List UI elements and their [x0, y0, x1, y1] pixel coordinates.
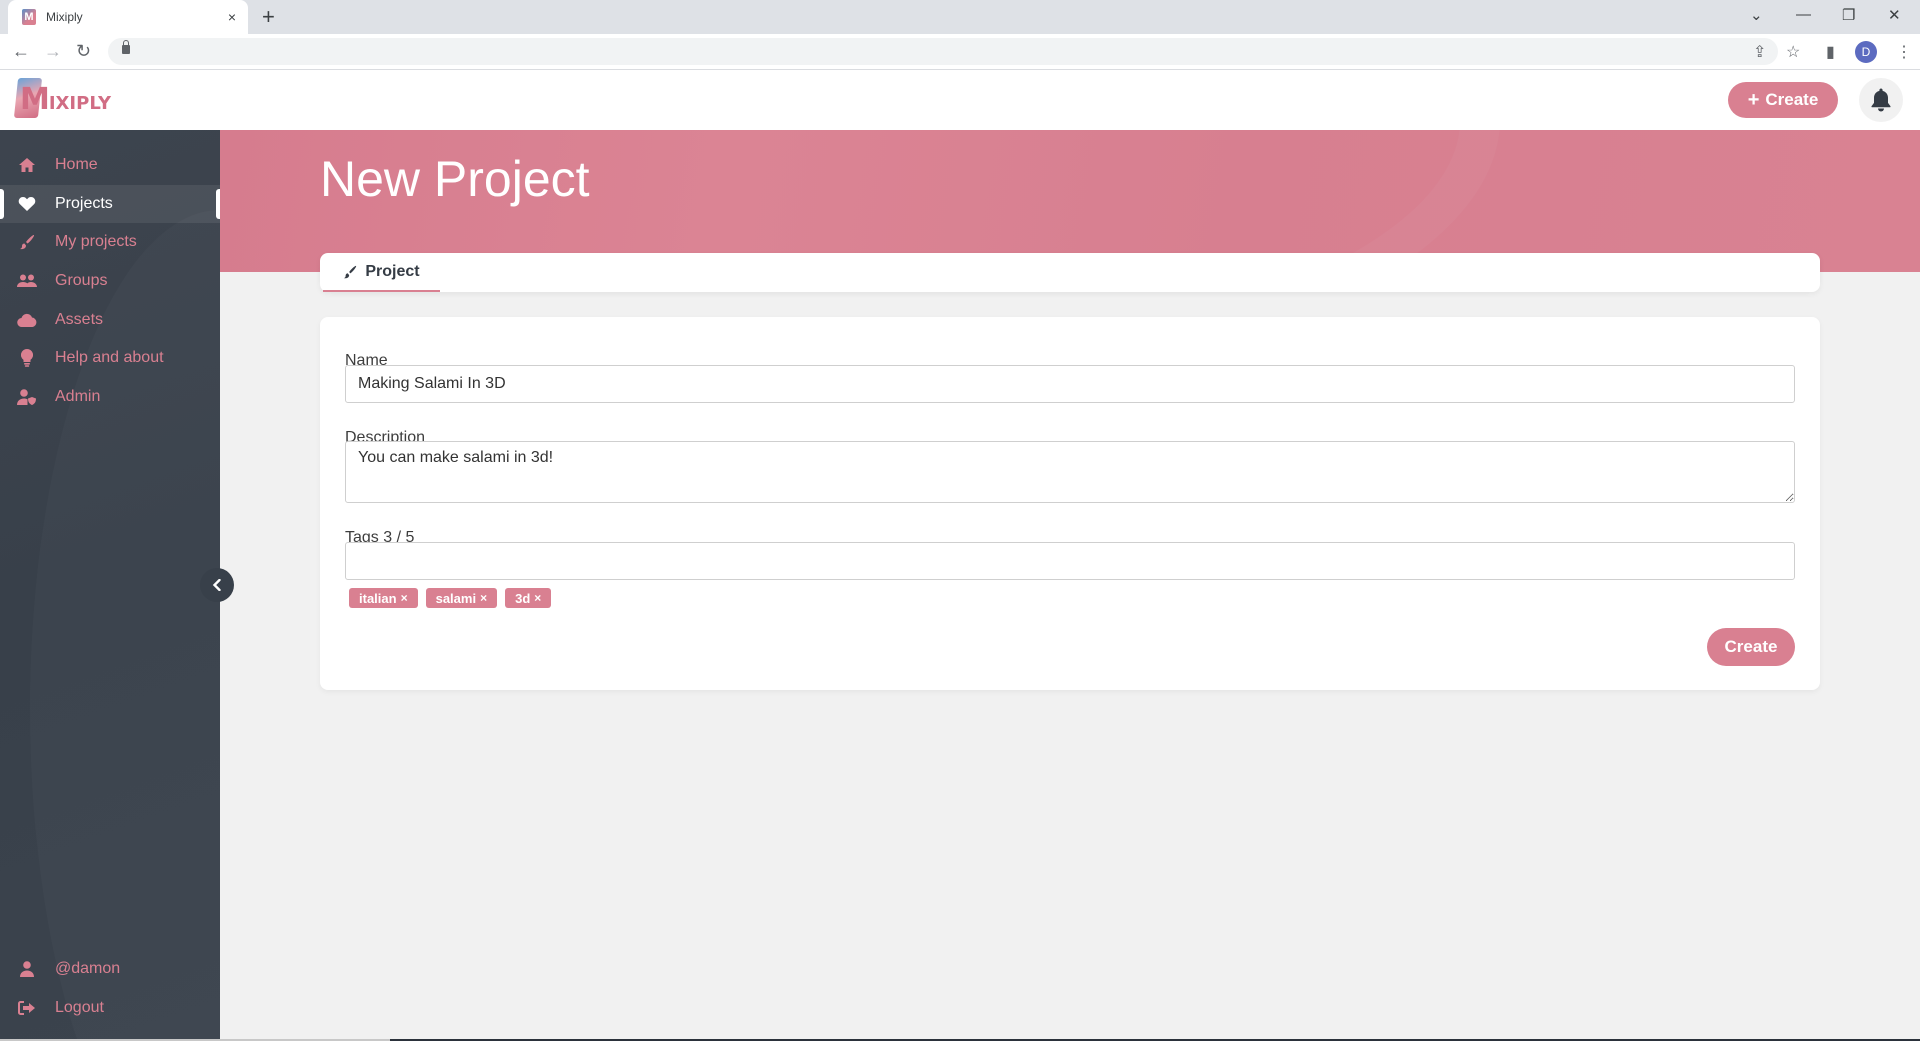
tab-close-icon[interactable]: ×	[228, 9, 236, 25]
tag-label: 3d	[515, 590, 531, 606]
lightbulb-icon	[16, 349, 38, 368]
name-input[interactable]	[345, 365, 1795, 403]
new-tab-button[interactable]: +	[262, 5, 275, 29]
user-icon	[16, 961, 38, 978]
tag-remove-icon[interactable]: ×	[534, 591, 541, 605]
paintbrush-icon	[344, 265, 357, 278]
restore-button[interactable]: ❐	[1842, 6, 1855, 24]
tag-label: italian	[359, 590, 397, 606]
sidebar-item-label: Logout	[55, 998, 104, 1016]
bell-icon	[1871, 88, 1891, 112]
tag-remove-icon[interactable]: ×	[480, 591, 487, 605]
forward-button[interactable]: →	[44, 41, 62, 62]
lock-icon[interactable]	[122, 40, 130, 54]
share-icon[interactable]: ⇪	[1753, 42, 1766, 62]
browser-tab-bar: M Mixiply × + ⌄ — ❐ ✕	[0, 0, 1920, 34]
tag-list: italian × salami × 3d ×	[349, 588, 552, 608]
create-project-button[interactable]: Create	[1707, 628, 1795, 666]
tag-chip: italian ×	[349, 588, 418, 608]
user-shield-icon	[16, 389, 38, 405]
cloud-icon	[16, 313, 38, 327]
tag-chip: salami ×	[425, 588, 498, 608]
minimize-button[interactable]: —	[1796, 6, 1811, 23]
sidebar-item-assets[interactable]: Assets	[0, 300, 220, 339]
browser-menu-icon[interactable]: ⋮	[1896, 42, 1912, 62]
sidebar-item-label: Admin	[55, 387, 101, 405]
sidebar-item-projects[interactable]: Projects	[0, 184, 220, 224]
sidebar-item-logout[interactable]: Logout	[0, 989, 220, 1028]
browser-toolbar: ← → ↻ ⇪ ☆ ▮ D ⋮	[0, 34, 1920, 70]
mixiply-logo[interactable]: MIXIPLY	[13, 76, 112, 122]
project-form: Name Description You can make salami in …	[320, 317, 1820, 690]
tab-search-icon[interactable]: ⌄	[1750, 6, 1763, 24]
chevron-left-icon	[212, 579, 221, 591]
plus-icon: +	[1747, 89, 1760, 111]
sidebar-item-home[interactable]: Home	[0, 146, 220, 185]
logo-wordmark: MIXIPLY	[20, 82, 112, 117]
sidebar-item-label: My projects	[55, 233, 137, 251]
home-icon	[16, 157, 38, 173]
tag-chip: 3d ×	[505, 588, 552, 608]
tag-remove-icon[interactable]: ×	[401, 591, 408, 605]
app-header: MIXIPLY + Create	[0, 70, 1920, 130]
browser-tab-title: Mixiply	[46, 10, 83, 24]
sidebar-collapse-button[interactable]	[200, 568, 234, 602]
tags-input[interactable]	[345, 542, 1795, 580]
notifications-button[interactable]	[1859, 78, 1903, 122]
sidebar-item-admin[interactable]: Admin	[0, 378, 220, 417]
sidebar-item-label: Projects	[55, 194, 113, 212]
tab-project[interactable]: Project	[323, 253, 440, 292]
sidebar-item-my-projects[interactable]: My projects	[0, 223, 220, 262]
logout-icon	[16, 1000, 38, 1015]
reload-button[interactable]: ↻	[76, 41, 91, 62]
tag-label: salami	[435, 590, 477, 606]
sidebar-item-label: Assets	[55, 310, 104, 328]
users-icon	[16, 274, 38, 288]
close-window-button[interactable]: ✕	[1888, 6, 1901, 24]
sidebar-item-label: Groups	[55, 272, 108, 290]
header-create-button[interactable]: + Create	[1728, 82, 1838, 118]
side-panel-icon[interactable]: ▮	[1826, 42, 1835, 62]
sidebar-nav: Home Projects My projects Groups Assets	[0, 146, 220, 416]
description-textarea[interactable]: You can make salami in 3d!	[345, 441, 1795, 503]
profile-avatar[interactable]: D	[1855, 41, 1877, 63]
browser-tab[interactable]: M Mixiply ×	[8, 0, 248, 34]
sidebar-item-profile[interactable]: @damon	[0, 950, 220, 989]
mixiply-favicon-icon: M	[22, 9, 36, 25]
back-button[interactable]: ←	[12, 41, 30, 62]
sidebar-item-help[interactable]: Help and about	[0, 339, 220, 378]
bookmark-star-icon[interactable]: ☆	[1786, 42, 1800, 62]
sidebar-bottom: @damon Logout	[0, 950, 220, 1027]
page-banner: New Project	[220, 130, 1920, 272]
header-create-label: Create	[1765, 90, 1819, 109]
tab-project-label: Project	[365, 262, 420, 280]
sidebar-item-label: @damon	[55, 960, 121, 978]
page-tabs: Project	[320, 253, 1820, 292]
sidebar-item-groups[interactable]: Groups	[0, 262, 220, 301]
sidebar: Home Projects My projects Groups Assets	[0, 130, 220, 1041]
sidebar-item-label: Home	[55, 156, 98, 174]
sidebar-item-label: Help and about	[55, 349, 164, 367]
address-bar[interactable]	[108, 38, 1778, 65]
page-title: New Project	[320, 151, 590, 207]
heart-icon	[16, 196, 38, 212]
paintbrush-icon	[16, 234, 38, 250]
